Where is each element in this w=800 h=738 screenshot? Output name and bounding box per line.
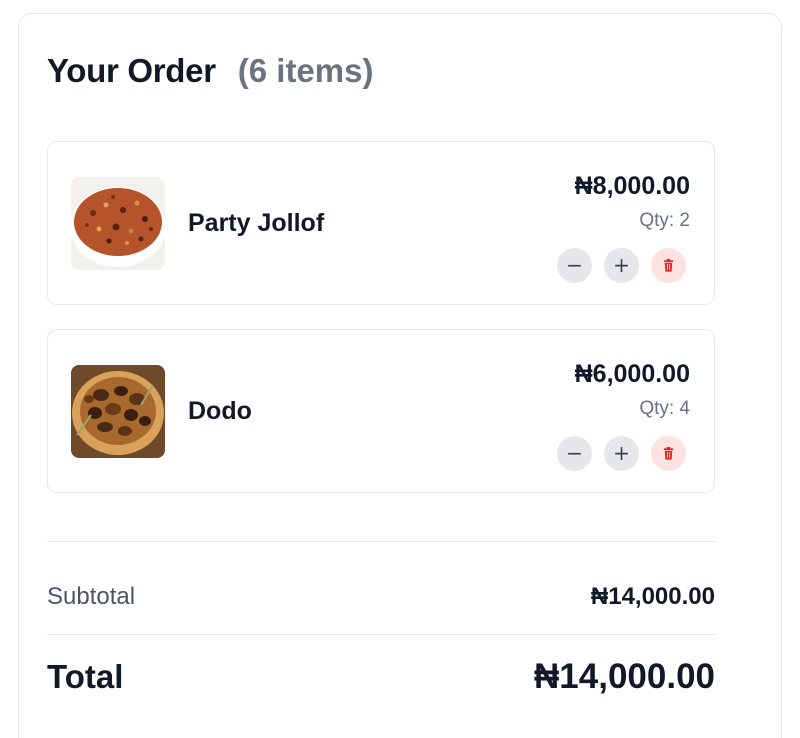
increase-quantity-button[interactable]: +	[604, 436, 639, 471]
order-heading: Your Order (6 items)	[47, 52, 373, 90]
subtotal-value: ₦14,000.00	[590, 583, 715, 610]
quantity-controls: − +	[557, 436, 686, 471]
subtotal-row: Subtotal ₦14,000.00	[47, 583, 715, 611]
item-image-dodo	[71, 365, 165, 458]
item-price: ₦6,000.00	[574, 360, 690, 388]
total-label: Total	[47, 658, 124, 695]
item-image-party-jollof	[71, 177, 165, 270]
trash-icon	[663, 446, 674, 460]
trash-icon	[663, 258, 674, 272]
item-quantity: Qty: 2	[639, 210, 690, 231]
subtotal-label: Subtotal	[47, 583, 136, 610]
remove-item-button[interactable]	[651, 436, 686, 471]
quantity-controls: − +	[557, 248, 686, 283]
total-value: ₦14,000.00	[534, 657, 715, 696]
item-price: ₦8,000.00	[574, 172, 690, 200]
decrease-quantity-button[interactable]: −	[557, 248, 592, 283]
item-quantity: Qty: 4	[639, 398, 690, 419]
cart-item: Dodo ₦6,000.00 Qty: 4 − +	[47, 329, 715, 493]
total-divider	[47, 634, 715, 635]
item-name: Party Jollof	[188, 209, 325, 237]
increase-quantity-button[interactable]: +	[604, 248, 639, 283]
total-row: Total ₦14,000.00	[47, 657, 715, 697]
summary-divider	[47, 541, 715, 542]
cart-item: Party Jollof ₦8,000.00 Qty: 2 − +	[47, 141, 715, 305]
item-name: Dodo	[188, 397, 252, 425]
order-item-count: (6 items)	[237, 52, 374, 89]
decrease-quantity-button[interactable]: −	[557, 436, 592, 471]
remove-item-button[interactable]	[651, 248, 686, 283]
order-title: Your Order	[47, 52, 216, 89]
